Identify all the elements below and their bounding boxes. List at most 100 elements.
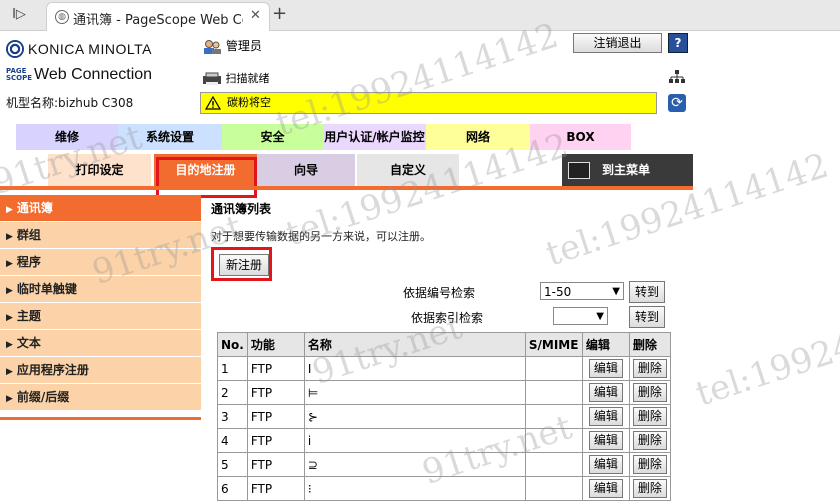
search-by-index-label: 依据索引检索 (411, 311, 484, 325)
tab-divider (0, 186, 693, 190)
sidebar-item-program[interactable]: ▶ 程序 (0, 249, 201, 276)
table-header-row: No. 功能 名称 S/MIME 编辑 删除 (217, 332, 671, 357)
sidebar-item-text[interactable]: ▶ 文本 (0, 330, 201, 357)
tab-user-auth[interactable]: 用户认证/帐户监控 (323, 124, 426, 150)
cell-no: 4 (217, 428, 248, 453)
number-range-select[interactable]: 1-50 ▼ (540, 282, 624, 300)
browser-tab-bar: I▷ ◍ 通讯簿 - PageScope Web Con ✕ + (0, 0, 840, 31)
cell-delete: 删除 (628, 380, 671, 405)
table-row: 4 FTP ⅰ 编辑 删除 (217, 428, 671, 453)
sidebar-toggle-icon[interactable]: I▷ (8, 6, 30, 24)
cell-smime (524, 476, 583, 501)
cell-no: 1 (217, 356, 248, 381)
watermark-text: tel:19924114142 (691, 285, 840, 415)
sidebar-item-address-book[interactable]: ▶ 通讯簿 (0, 195, 201, 222)
edit-button[interactable]: 编辑 (588, 383, 623, 402)
printer-icon (203, 72, 221, 85)
arrow-right-icon: ▶ (6, 232, 13, 242)
tab-maintenance[interactable]: 维修 (16, 124, 118, 150)
cell-edit: 编辑 (581, 476, 630, 501)
delete-button[interactable]: 删除 (632, 383, 667, 402)
index-select[interactable]: ▼ (553, 307, 608, 325)
cell-delete: 删除 (628, 476, 671, 501)
model-name: 机型名称:bizhub C308 (6, 96, 134, 110)
go-index-button[interactable]: 转到 (629, 306, 665, 328)
cell-no: 3 (217, 404, 248, 429)
sidebar-item-temp-one-touch[interactable]: ▶ 临时单触键 (0, 276, 201, 303)
col-no: No. (217, 332, 248, 357)
browser-tab[interactable]: ◍ 通讯簿 - PageScope Web Con ✕ (46, 2, 270, 31)
cell-edit: 编辑 (581, 356, 630, 381)
go-number-button[interactable]: 转到 (629, 281, 665, 303)
col-name: 名称 (303, 332, 526, 357)
search-by-number-label: 依据编号检索 (403, 286, 476, 300)
arrow-right-icon: ▶ (6, 286, 13, 296)
cell-function: FTP (246, 356, 305, 381)
tab-wizard[interactable]: 向导 (257, 154, 355, 186)
tab-security[interactable]: 安全 (222, 124, 323, 150)
delete-button[interactable]: 删除 (632, 479, 667, 498)
delete-button[interactable]: 删除 (632, 407, 667, 426)
delete-button[interactable]: 删除 (632, 431, 667, 450)
to-main-menu-button[interactable]: 到主菜单 (562, 154, 693, 186)
edit-button[interactable]: 编辑 (588, 455, 623, 474)
new-register-button[interactable]: 新注册 (219, 254, 269, 276)
cell-name: ⵏ (303, 356, 526, 381)
pagescope-logo: PAGE SCOPE Web Connection (6, 66, 153, 83)
delete-button[interactable]: 删除 (632, 359, 667, 378)
edit-button[interactable]: 编辑 (588, 359, 623, 378)
cell-delete: 删除 (628, 428, 671, 453)
delete-button[interactable]: 删除 (632, 455, 667, 474)
cell-name: ⊇ (303, 452, 526, 477)
close-tab-icon[interactable]: ✕ (250, 8, 261, 23)
admin-user-icon (204, 39, 221, 54)
tab-box[interactable]: BOX (530, 124, 631, 150)
tab-print-settings[interactable]: 打印设定 (48, 154, 151, 186)
sidebar-end-bar (0, 417, 201, 420)
cell-delete: 删除 (628, 404, 671, 429)
cell-function: FTP (246, 428, 305, 453)
page-description: 对于想要传输数据的另一方来说，可以注册。 (211, 230, 431, 243)
arrow-right-icon: ▶ (6, 367, 13, 377)
cell-name: ⁝ (303, 476, 526, 501)
tab-network[interactable]: 网络 (426, 124, 530, 150)
cell-function: FTP (246, 380, 305, 405)
edit-button[interactable]: 编辑 (588, 431, 623, 450)
edit-button[interactable]: 编辑 (588, 479, 623, 498)
help-icon[interactable]: ? (668, 33, 688, 53)
cell-function: FTP (246, 452, 305, 477)
arrow-right-icon: ▶ (6, 340, 13, 350)
sidebar-item-app-register[interactable]: ▶ 应用程序注册 (0, 357, 201, 384)
new-tab-icon[interactable]: + (272, 3, 287, 24)
tab-system-settings[interactable]: 系统设置 (118, 124, 222, 150)
cell-function: FTP (246, 476, 305, 501)
sidebar-item-group[interactable]: ▶ 群组 (0, 222, 201, 249)
cell-function: FTP (246, 404, 305, 429)
warning-icon (205, 96, 221, 110)
chevron-down-icon: ▼ (596, 311, 604, 322)
cell-name: ⊱ (303, 404, 526, 429)
cell-smime (524, 428, 583, 453)
cell-name: ⅰ (303, 428, 526, 453)
tab-custom[interactable]: 自定义 (357, 154, 459, 186)
globe-icon: ◍ (55, 10, 69, 24)
sidebar-item-prefix-suffix[interactable]: ▶ 前缀/后缀 (0, 384, 201, 411)
table-row: 1 FTP ⵏ 编辑 删除 (217, 356, 671, 381)
col-smime: S/MIME (524, 332, 583, 357)
sidebar-item-subject[interactable]: ▶ 主题 (0, 303, 201, 330)
sidebar: ▶ 通讯簿 ▶ 群组 ▶ 程序 ▶ 临时单触键 ▶ 主题 ▶ 文本 ▶ 应用程序注册 ▶ 前缀/… (0, 195, 201, 420)
cell-edit: 编辑 (581, 380, 630, 405)
refresh-icon[interactable]: ⟳ (668, 94, 686, 112)
edit-button[interactable]: 编辑 (588, 407, 623, 426)
cell-smime (524, 404, 583, 429)
device-status: 扫描就绪 (202, 70, 270, 86)
table-row: 2 FTP ⊨ 编辑 删除 (217, 380, 671, 405)
konica-minolta-logo: KONICA MINOLTA (6, 40, 152, 58)
logout-button[interactable]: 注销退出 (573, 33, 662, 53)
col-edit: 编辑 (581, 332, 630, 357)
cell-delete: 删除 (628, 452, 671, 477)
network-icon[interactable] (668, 70, 686, 84)
cell-delete: 删除 (628, 356, 671, 381)
main-menu-icon (568, 162, 590, 179)
cell-edit: 编辑 (581, 404, 630, 429)
